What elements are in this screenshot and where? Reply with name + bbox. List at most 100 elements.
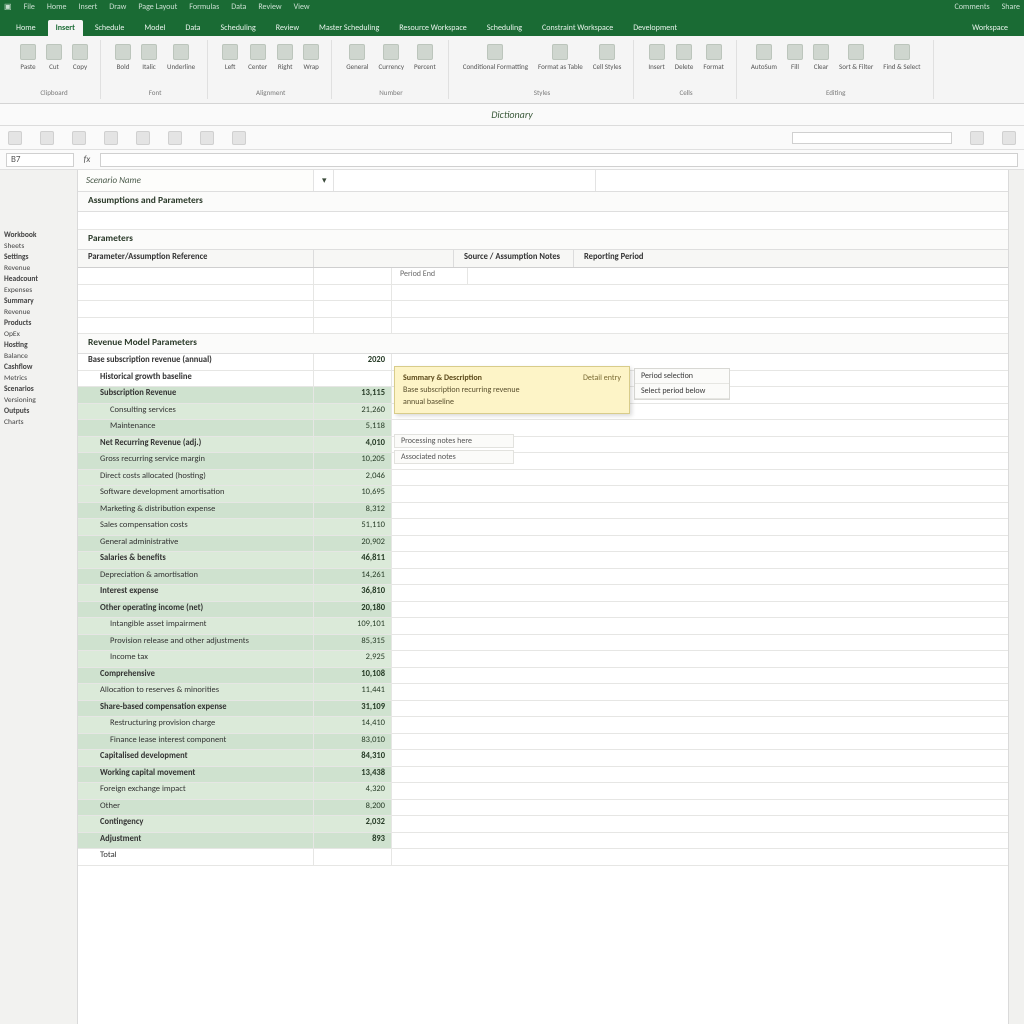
ribbon-button[interactable]: Fill (785, 42, 805, 73)
title-menu[interactable]: File (24, 2, 35, 12)
table-row[interactable]: Other operating income (net)20,180 (78, 602, 1024, 619)
ribbon-button[interactable]: Cut (44, 42, 64, 73)
table-row[interactable]: Income tax2,925 (78, 651, 1024, 668)
table-row[interactable]: Provision release and other adjustments8… (78, 635, 1024, 652)
nav-item[interactable]: Charts (0, 417, 77, 428)
ribbon-button[interactable]: Insert (646, 42, 666, 73)
table-row[interactable]: Interest expense36,810 (78, 585, 1024, 602)
ribbon-tab[interactable]: Scheduling (212, 20, 263, 36)
title-menu[interactable]: Review (258, 2, 281, 12)
fx-icon[interactable]: fx (80, 154, 94, 165)
table-row[interactable]: Other8,200 (78, 800, 1024, 817)
table-row[interactable]: Salaries & benefits46,811 (78, 552, 1024, 569)
ribbon-button[interactable]: Wrap (301, 42, 321, 73)
table-row[interactable]: Working capital movement13,438 (78, 767, 1024, 784)
ribbon-button[interactable]: Clear (811, 42, 831, 73)
ribbon-button[interactable]: Sort & Filter (837, 42, 875, 73)
nav-item[interactable]: Sheets (0, 241, 77, 252)
ribbon-tab[interactable]: Scheduling (479, 20, 530, 36)
table-row[interactable]: General administrative20,902 (78, 536, 1024, 553)
toolbar-icon[interactable] (104, 131, 118, 145)
toolbar-icon[interactable] (200, 131, 214, 145)
table-row[interactable]: Sales compensation costs51,110 (78, 519, 1024, 536)
ribbon-button[interactable]: Conditional Formatting (461, 42, 530, 73)
ribbon-button[interactable]: Center (246, 42, 269, 73)
ribbon-tab[interactable]: Data (177, 20, 208, 36)
ribbon-button[interactable]: Find & Select (881, 42, 922, 73)
toolbar-icon[interactable] (168, 131, 182, 145)
search-input[interactable] (792, 132, 952, 144)
ribbon-button[interactable]: Underline (165, 42, 197, 73)
nav-item[interactable]: Versioning (0, 395, 77, 406)
ribbon-tab[interactable]: Constraint Workspace (534, 20, 621, 36)
ribbon-tab[interactable]: Development (625, 20, 685, 36)
title-right[interactable]: Comments (954, 2, 989, 12)
aux-cell[interactable]: Associated notes (394, 450, 514, 464)
dropdown-icon[interactable]: ▾ (314, 170, 334, 191)
ribbon-button[interactable]: AutoSum (749, 42, 779, 73)
title-menu[interactable]: Draw (109, 2, 126, 12)
nav-item[interactable]: Expenses (0, 285, 77, 296)
table-row[interactable]: Adjustment893 (78, 833, 1024, 850)
nav-item[interactable]: OpEx (0, 329, 77, 340)
table-row[interactable]: Restructuring provision charge14,410 (78, 717, 1024, 734)
ribbon-button[interactable]: Currency (377, 42, 407, 73)
nav-item[interactable]: Scenarios (0, 384, 77, 395)
title-menu[interactable]: Data (231, 2, 246, 12)
ribbon-button[interactable]: Delete (673, 42, 696, 73)
nav-item[interactable]: Cashflow (0, 362, 77, 373)
toolbar-icon[interactable] (970, 131, 984, 145)
toolbar-icon[interactable] (72, 131, 86, 145)
ribbon-tab[interactable]: Review (268, 20, 307, 36)
title-right[interactable]: Share (1002, 2, 1020, 12)
table-row[interactable]: Foreign exchange impact4,320 (78, 783, 1024, 800)
table-row[interactable]: Contingency2,032 (78, 816, 1024, 833)
table-row[interactable]: Net Recurring Revenue (adj.)4,010 (78, 437, 1024, 454)
ribbon-tab[interactable]: Resource Workspace (391, 20, 474, 36)
aux-cell[interactable]: Processing notes here (394, 434, 514, 448)
nav-item[interactable]: Headcount (0, 274, 77, 285)
ribbon-tab[interactable]: Master Scheduling (311, 20, 387, 36)
table-row[interactable]: Software development amortisation10,695 (78, 486, 1024, 503)
nav-item[interactable]: Settings (0, 252, 77, 263)
table-row[interactable]: Intangible asset impairment109,101 (78, 618, 1024, 635)
table-row[interactable]: Finance lease interest component83,010 (78, 734, 1024, 751)
title-menu[interactable]: View (294, 2, 310, 12)
toolbar-icon[interactable] (1002, 131, 1016, 145)
nav-item[interactable]: Metrics (0, 373, 77, 384)
table-row[interactable]: Marketing & distribution expense8,312 (78, 503, 1024, 520)
nav-item[interactable]: Hosting (0, 340, 77, 351)
ribbon-tab[interactable]: Schedule (87, 20, 132, 36)
table-row[interactable]: Share-based compensation expense31,109 (78, 701, 1024, 718)
ribbon-button[interactable]: Cell Styles (591, 42, 624, 73)
ribbon-tab[interactable]: Model (136, 20, 173, 36)
toolbar-icon[interactable] (8, 131, 22, 145)
ribbon-tab-active[interactable]: Insert (48, 20, 83, 36)
ribbon-button[interactable]: Percent (412, 42, 438, 73)
name-box[interactable]: B7 (6, 153, 74, 167)
title-menu[interactable]: Insert (78, 2, 97, 12)
nav-item[interactable]: Revenue (0, 307, 77, 318)
worksheet[interactable]: Scenario Name ▾ Assumptions and Paramete… (78, 170, 1024, 1024)
nav-item[interactable]: Revenue (0, 263, 77, 274)
nav-item[interactable]: Outputs (0, 406, 77, 417)
table-row[interactable]: Allocation to reserves & minorities11,44… (78, 684, 1024, 701)
vertical-scrollbar[interactable] (1008, 170, 1024, 1024)
table-row[interactable]: Maintenance5,118 (78, 420, 1024, 437)
title-menu[interactable]: Formulas (189, 2, 219, 12)
ribbon-button[interactable]: Right (275, 42, 295, 73)
toolbar-icon[interactable] (136, 131, 150, 145)
ribbon-button[interactable]: Paste (18, 42, 38, 73)
table-row[interactable]: Direct costs allocated (hosting)2,046 (78, 470, 1024, 487)
table-row[interactable]: Total (78, 849, 1024, 866)
table-row[interactable]: Capitalised development84,310 (78, 750, 1024, 767)
table-row[interactable]: Depreciation & amortisation14,261 (78, 569, 1024, 586)
ribbon-tab[interactable]: Home (8, 20, 44, 36)
nav-item[interactable]: Products (0, 318, 77, 329)
ribbon-button[interactable]: Format (701, 42, 725, 73)
ribbon-button[interactable]: Format as Table (536, 42, 585, 73)
nav-item[interactable]: Balance (0, 351, 77, 362)
table-row[interactable]: Gross recurring service margin10,205 (78, 453, 1024, 470)
toolbar-icon[interactable] (232, 131, 246, 145)
toolbar-icon[interactable] (40, 131, 54, 145)
